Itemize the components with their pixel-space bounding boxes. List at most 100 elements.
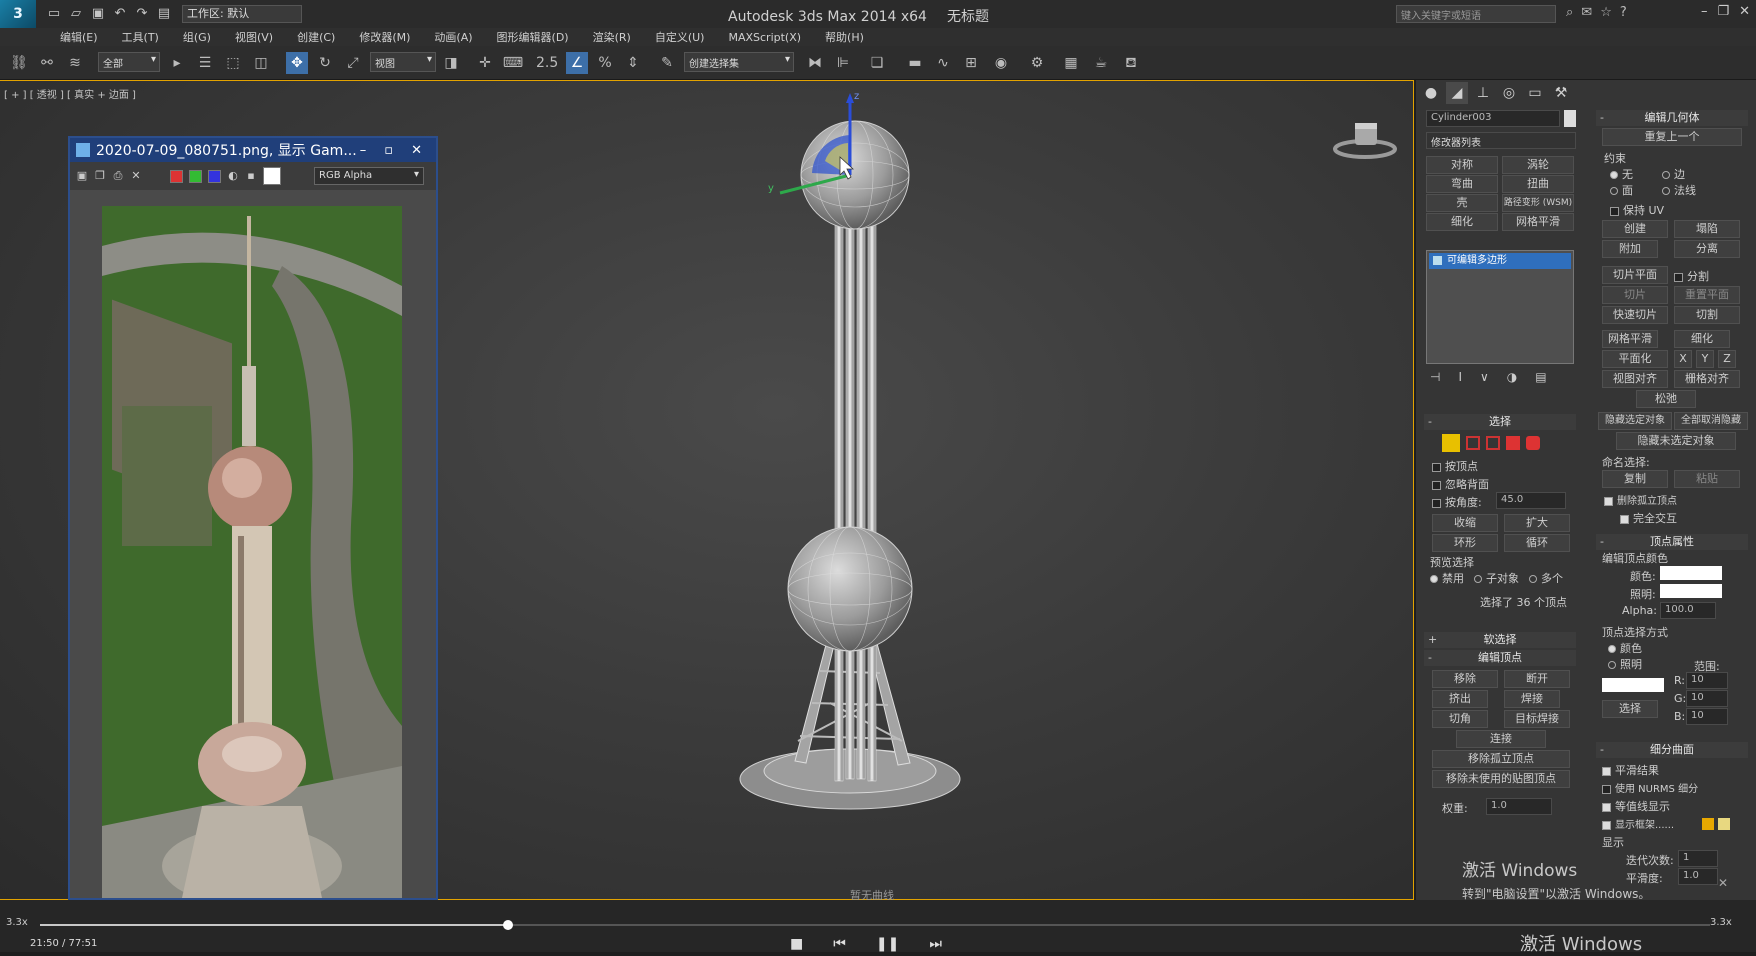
menu-item-2[interactable]: 组(G) bbox=[171, 29, 223, 45]
select-by-color-radio[interactable]: 颜色 bbox=[1608, 640, 1642, 656]
delete-isolated-checkbox[interactable]: 删除孤立顶点 bbox=[1604, 492, 1677, 507]
binoculars-icon[interactable]: ⌕ bbox=[1566, 5, 1573, 20]
soft-selection-rollout-header[interactable]: + 软选择 bbox=[1424, 632, 1576, 648]
viewcube-icon[interactable] bbox=[1330, 111, 1400, 161]
ignore-backfacing-checkbox[interactable]: 忽略背面 bbox=[1432, 476, 1489, 492]
save-icon[interactable]: ▣ bbox=[90, 6, 106, 22]
swatch-icon[interactable] bbox=[263, 167, 281, 185]
channel-dropdown[interactable]: RGB Alpha bbox=[314, 167, 424, 185]
slice-button[interactable]: 切片 bbox=[1602, 286, 1668, 304]
select-by-illum-radio[interactable]: 照明 bbox=[1608, 656, 1642, 672]
detach-button[interactable]: 分离 bbox=[1674, 240, 1740, 258]
constraint-none-radio[interactable]: 无 bbox=[1610, 166, 1633, 182]
unhide-all-button[interactable]: 全部取消隐藏 bbox=[1674, 412, 1748, 430]
menu-item-5[interactable]: 修改器(M) bbox=[347, 29, 422, 45]
quickslice-button[interactable]: 快速切片 bbox=[1602, 306, 1668, 324]
make-unique-icon[interactable]: ∨ bbox=[1480, 370, 1489, 384]
rect-selection-icon[interactable]: ⬚ bbox=[222, 52, 244, 74]
rendered-frame-icon[interactable]: ▦ bbox=[1060, 52, 1082, 74]
angle-spinner[interactable]: 45.0 bbox=[1496, 492, 1566, 509]
break-button[interactable]: 断开 bbox=[1504, 670, 1570, 688]
fb-close-icon[interactable]: ✕ bbox=[411, 143, 422, 158]
cage-color-1[interactable] bbox=[1702, 818, 1714, 830]
copy-image-icon[interactable]: ❐ bbox=[94, 170, 106, 182]
repeat-last-button[interactable]: 重复上一个 bbox=[1602, 128, 1742, 146]
select-button[interactable]: 选择 bbox=[1602, 700, 1658, 718]
prev-icon[interactable]: ⏮ bbox=[833, 936, 846, 952]
modify-tab-icon[interactable]: ◢ bbox=[1446, 82, 1468, 104]
keyboard-shortcut-icon[interactable]: ⌨ bbox=[502, 52, 524, 74]
menu-item-3[interactable]: 视图(V) bbox=[223, 29, 285, 45]
pivot-center-icon[interactable]: ◨ bbox=[440, 52, 462, 74]
attach-button[interactable]: 附加 bbox=[1602, 240, 1658, 258]
project-folder-icon[interactable]: ▤ bbox=[156, 6, 172, 22]
open-file-icon[interactable]: ▱ bbox=[68, 6, 84, 22]
fb-maximize-icon[interactable]: ▫ bbox=[384, 143, 393, 158]
mirror-icon[interactable]: ⧓ bbox=[804, 52, 826, 74]
by-vertex-checkbox[interactable]: 按顶点 bbox=[1432, 458, 1478, 474]
named-selection-dropdown[interactable]: 创建选择集 bbox=[684, 52, 794, 72]
red-channel-icon[interactable] bbox=[170, 169, 183, 183]
element-level-icon[interactable] bbox=[1526, 436, 1540, 450]
edit-vertices-rollout-header[interactable]: - 编辑顶点 bbox=[1424, 650, 1576, 666]
menu-item-1[interactable]: 工具(T) bbox=[110, 29, 171, 45]
configure-sets-icon[interactable]: ▤ bbox=[1535, 370, 1546, 384]
iterations-spinner[interactable]: 1 bbox=[1678, 850, 1718, 867]
remove-unused-map-button[interactable]: 移除未使用的贴图顶点 bbox=[1432, 770, 1570, 788]
selection-filter-dropdown[interactable]: 全部 bbox=[98, 52, 160, 72]
hide-selected-button[interactable]: 隐藏选定对象 bbox=[1598, 412, 1672, 430]
split-checkbox[interactable]: 分割 bbox=[1674, 268, 1709, 284]
object-color-swatch[interactable] bbox=[1564, 110, 1576, 127]
subdivision-rollout-header[interactable]: - 细分曲面 bbox=[1596, 742, 1748, 758]
paste-button[interactable]: 粘贴 bbox=[1674, 470, 1740, 488]
modifier-button-0[interactable]: 对称 bbox=[1426, 156, 1498, 174]
preview-multi-radio[interactable]: 多个 bbox=[1529, 570, 1563, 586]
remove-button[interactable]: 移除 bbox=[1432, 670, 1498, 688]
print-image-icon[interactable]: ⎙ bbox=[112, 170, 124, 182]
tower-model[interactable]: y z bbox=[720, 91, 1000, 811]
close-icon[interactable]: ✕ bbox=[1739, 4, 1750, 19]
alpha-spinner[interactable]: 100.0 bbox=[1660, 602, 1716, 619]
select-rotate-icon[interactable]: ↻ bbox=[314, 52, 336, 74]
border-level-icon[interactable] bbox=[1486, 436, 1500, 450]
manipulate-icon[interactable]: ✛ bbox=[474, 52, 496, 74]
display-tab-icon[interactable]: ▭ bbox=[1524, 82, 1546, 104]
constraint-face-radio[interactable]: 面 bbox=[1610, 182, 1633, 198]
constraint-normal-radio[interactable]: 法线 bbox=[1662, 182, 1696, 198]
fb-minimize-icon[interactable]: – bbox=[360, 143, 367, 158]
redo-icon[interactable]: ↷ bbox=[134, 6, 150, 22]
blue-channel-icon[interactable] bbox=[208, 169, 221, 183]
planar-z-button[interactable]: Z bbox=[1718, 350, 1736, 368]
save-image-icon[interactable]: ▣ bbox=[76, 170, 88, 182]
modifier-button-5[interactable]: 路径变形 (WSM) bbox=[1502, 194, 1574, 212]
preserve-uv-checkbox[interactable]: 保持 UV bbox=[1610, 202, 1664, 218]
ring-button[interactable]: 环形 bbox=[1432, 534, 1498, 552]
make-planar-button[interactable]: 平面化 bbox=[1602, 350, 1668, 368]
shrink-button[interactable]: 收缩 bbox=[1432, 514, 1498, 532]
illumination-swatch[interactable] bbox=[1660, 584, 1722, 598]
meshsmooth-button[interactable]: 网格平滑 bbox=[1602, 330, 1658, 348]
app-logo-icon[interactable]: 3 bbox=[0, 0, 36, 28]
show-end-result-icon[interactable]: Ⅰ bbox=[1458, 370, 1462, 384]
frame-buffer-window[interactable]: 2020-07-09_080751.png, 显示 Gam... – ▫ ✕ ▣… bbox=[68, 136, 438, 900]
copy-button[interactable]: 复制 bbox=[1602, 470, 1668, 488]
edge-level-icon[interactable] bbox=[1466, 436, 1480, 450]
spinner-snap-icon[interactable]: ⇕ bbox=[622, 52, 644, 74]
help-icon[interactable]: ? bbox=[1620, 5, 1627, 20]
weld-button[interactable]: 焊接 bbox=[1504, 690, 1560, 708]
edit-geometry-rollout-header[interactable]: - 编辑几何体 bbox=[1596, 110, 1748, 126]
slice-plane-button[interactable]: 切片平面 bbox=[1602, 266, 1668, 284]
render-production-icon[interactable]: ☕ bbox=[1090, 52, 1112, 74]
link-icon[interactable]: ⛓ bbox=[8, 52, 30, 74]
unlink-icon[interactable]: ⚯ bbox=[36, 52, 58, 74]
smooth-result-checkbox[interactable]: 平滑结果 bbox=[1602, 762, 1659, 778]
graphite-toolbar-icon[interactable]: ▬ bbox=[904, 52, 926, 74]
vertex-level-icon[interactable] bbox=[1442, 434, 1460, 452]
undo-icon[interactable]: ↶ bbox=[112, 6, 128, 22]
restore-icon[interactable]: ❐ bbox=[1717, 4, 1729, 19]
menu-item-7[interactable]: 图形编辑器(D) bbox=[485, 29, 581, 45]
menu-item-11[interactable]: 帮助(H) bbox=[813, 29, 876, 45]
vertex-properties-rollout-header[interactable]: - 顶点属性 bbox=[1596, 534, 1748, 550]
remove-isolated-button[interactable]: 移除孤立顶点 bbox=[1432, 750, 1570, 768]
view-align-button[interactable]: 视图对齐 bbox=[1602, 370, 1668, 388]
